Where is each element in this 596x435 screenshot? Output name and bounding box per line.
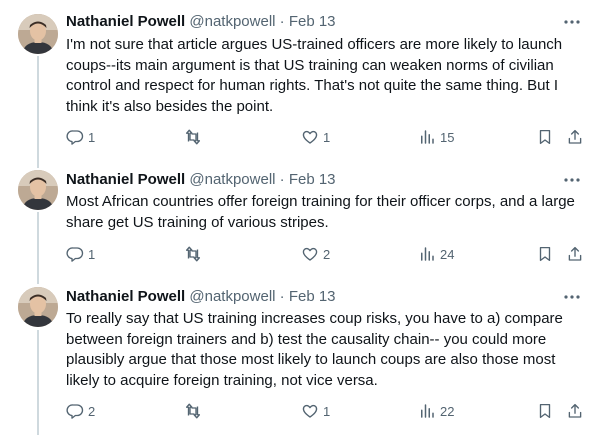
retweet-button[interactable] xyxy=(184,126,206,148)
thread-feed: Nathaniel Powell @natkpowell · Feb 13 I'… xyxy=(0,0,596,435)
view-count: 22 xyxy=(440,403,455,419)
dot-separator: · xyxy=(279,171,285,188)
retweet-icon xyxy=(184,245,202,263)
like-count: 1 xyxy=(323,403,331,419)
share-button[interactable] xyxy=(566,126,584,148)
tweet-header: Nathaniel Powell @natkpowell · Feb 13 xyxy=(66,287,540,307)
like-button[interactable]: 2 xyxy=(301,243,330,265)
view-count: 15 xyxy=(440,129,455,145)
analytics-icon xyxy=(418,128,436,146)
retweet-button[interactable] xyxy=(184,243,206,265)
like-button[interactable]: 1 xyxy=(301,400,330,422)
author-handle[interactable]: @natkpowell xyxy=(189,288,275,305)
share-icon xyxy=(566,245,584,263)
author-handle[interactable]: @natkpowell xyxy=(189,171,275,188)
reply-count: 1 xyxy=(88,246,96,262)
bookmark-icon xyxy=(536,245,554,263)
tweet-text: Most African countries offer foreign tra… xyxy=(66,193,575,231)
author-handle[interactable]: @natkpowell xyxy=(189,13,275,30)
bookmark-button[interactable] xyxy=(536,400,554,422)
tweet-actions: 1 2 24 xyxy=(0,243,596,265)
share-icon xyxy=(566,402,584,420)
dot-separator: · xyxy=(279,13,285,30)
view-count: 24 xyxy=(440,246,455,262)
tweet[interactable]: Nathaniel Powell @natkpowell · Feb 13 I'… xyxy=(0,0,596,160)
more-dots-icon[interactable] xyxy=(562,287,582,307)
tweet[interactable]: Nathaniel Powell @natkpowell · Feb 13 Mo… xyxy=(0,160,596,278)
reply-icon xyxy=(66,245,84,263)
reply-count: 2 xyxy=(88,403,96,419)
like-button[interactable]: 1 xyxy=(301,126,330,148)
tweet-date[interactable]: Feb 13 xyxy=(289,13,336,30)
bookmark-button[interactable] xyxy=(536,243,554,265)
like-count: 2 xyxy=(323,246,331,262)
tweet-header: Nathaniel Powell @natkpowell · Feb 13 xyxy=(66,12,540,32)
heart-icon xyxy=(301,128,319,146)
retweet-button[interactable] xyxy=(184,400,206,422)
avatar[interactable] xyxy=(18,170,58,210)
tweet-header: Nathaniel Powell @natkpowell · Feb 13 xyxy=(66,170,540,190)
author-name[interactable]: Nathaniel Powell xyxy=(66,288,185,305)
heart-icon xyxy=(301,245,319,263)
tweet-text: I'm not sure that article argues US-trai… xyxy=(66,36,563,115)
bookmark-icon xyxy=(536,402,554,420)
reply-icon xyxy=(66,128,84,146)
tweet-actions: 1 1 15 xyxy=(0,126,596,148)
reply-button[interactable]: 2 xyxy=(66,400,95,422)
more-dots-icon[interactable] xyxy=(562,12,582,32)
reply-button[interactable]: 1 xyxy=(66,243,95,265)
tweet-actions: 2 1 22 xyxy=(0,400,596,422)
share-icon xyxy=(566,128,584,146)
retweet-icon xyxy=(184,402,202,420)
views-button[interactable]: 15 xyxy=(418,126,454,148)
avatar[interactable] xyxy=(18,14,58,54)
tweet-date[interactable]: Feb 13 xyxy=(289,171,336,188)
views-button[interactable]: 24 xyxy=(418,243,454,265)
share-button[interactable] xyxy=(566,243,584,265)
views-button[interactable]: 22 xyxy=(418,400,454,422)
tweet-date[interactable]: Feb 13 xyxy=(289,288,336,305)
tweet[interactable]: Nathaniel Powell @natkpowell · Feb 13 To… xyxy=(0,278,596,435)
heart-icon xyxy=(301,402,319,420)
bookmark-icon xyxy=(536,128,554,146)
reply-icon xyxy=(66,402,84,420)
tweet-text: To really say that US training increases… xyxy=(66,310,563,389)
reply-count: 1 xyxy=(88,129,96,145)
reply-button[interactable]: 1 xyxy=(66,126,95,148)
like-count: 1 xyxy=(323,129,331,145)
analytics-icon xyxy=(418,245,436,263)
share-button[interactable] xyxy=(566,400,584,422)
bookmark-button[interactable] xyxy=(536,126,554,148)
retweet-icon xyxy=(184,128,202,146)
more-dots-icon[interactable] xyxy=(562,170,582,190)
dot-separator: · xyxy=(279,288,285,305)
analytics-icon xyxy=(418,402,436,420)
author-name[interactable]: Nathaniel Powell xyxy=(66,13,185,30)
author-name[interactable]: Nathaniel Powell xyxy=(66,171,185,188)
avatar[interactable] xyxy=(18,287,58,327)
